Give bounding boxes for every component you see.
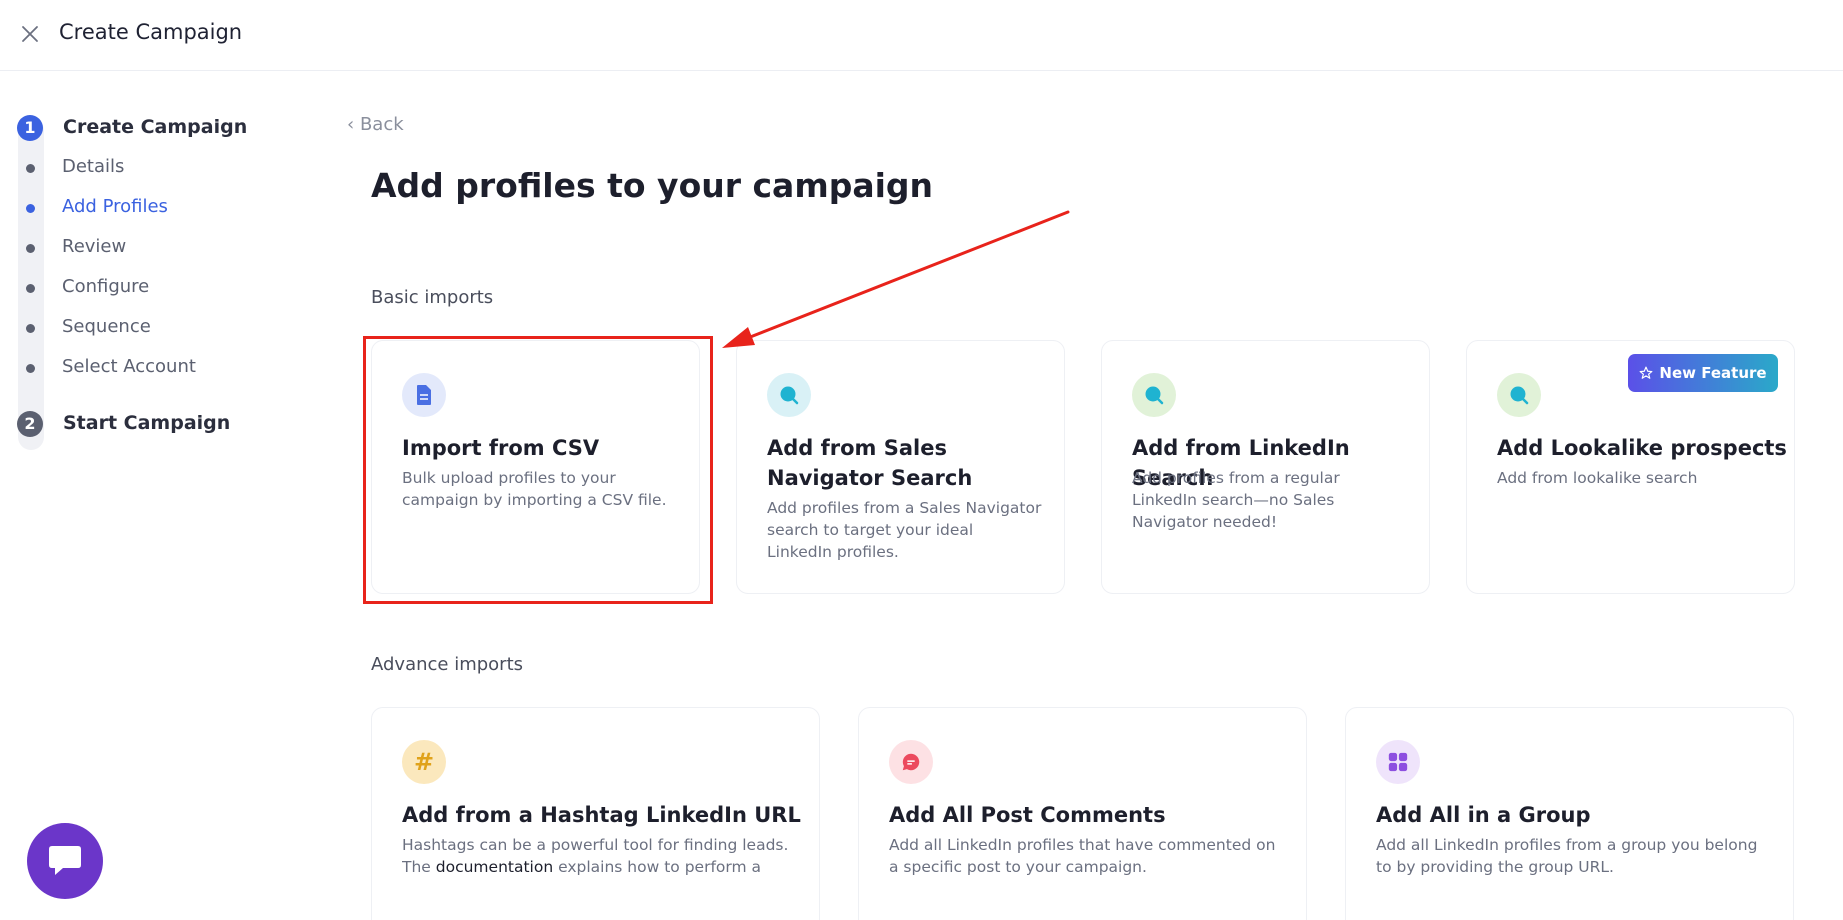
step-dot bbox=[26, 284, 35, 293]
card-title: Add from a Hashtag LinkedIn URL bbox=[402, 803, 801, 827]
step-dot-active bbox=[26, 204, 35, 213]
card-title: Add All Post Comments bbox=[889, 803, 1166, 827]
back-link[interactable]: ‹ Back bbox=[347, 114, 404, 135]
new-feature-badge[interactable]: New Feature bbox=[1628, 354, 1778, 392]
star-icon bbox=[1639, 366, 1653, 379]
search-icon bbox=[767, 373, 811, 417]
card-description: Bulk upload profiles to your campaign by… bbox=[402, 469, 667, 509]
basic-imports-label: Basic imports bbox=[371, 287, 494, 308]
step-dot bbox=[26, 164, 35, 173]
document-icon bbox=[402, 373, 446, 417]
step-1-title[interactable]: Create Campaign bbox=[63, 116, 247, 138]
step-item-configure[interactable]: Configure bbox=[62, 276, 149, 297]
card-title: Import from CSV bbox=[402, 436, 600, 460]
chevron-left-icon: ‹ bbox=[347, 114, 355, 135]
close-icon[interactable] bbox=[18, 22, 42, 46]
card-hashtag-url[interactable]: # Add from a Hashtag LinkedIn URL Hashta… bbox=[371, 707, 820, 920]
card-post-comments[interactable]: Add All Post Comments Add all LinkedIn p… bbox=[858, 707, 1307, 920]
step-item-select-account[interactable]: Select Account bbox=[62, 356, 196, 377]
step-item-details[interactable]: Details bbox=[62, 156, 124, 177]
card-description: Add profiles from a Sales Navigator sear… bbox=[767, 499, 1042, 561]
card-import-csv[interactable]: Import from CSV Bulk upload profiles to … bbox=[371, 340, 700, 594]
card-description: Hashtags can be a powerful tool for find… bbox=[402, 836, 789, 876]
card-description: Add all LinkedIn profiles that have comm… bbox=[889, 836, 1276, 876]
step-dot bbox=[26, 364, 35, 373]
page-header-title: Create Campaign bbox=[59, 20, 243, 44]
step-item-sequence[interactable]: Sequence bbox=[62, 316, 151, 337]
step-item-add-profiles[interactable]: Add Profiles bbox=[62, 196, 168, 217]
hashtag-icon: # bbox=[402, 740, 446, 784]
advance-imports-label: Advance imports bbox=[371, 654, 524, 675]
comment-icon bbox=[889, 740, 933, 784]
card-title: Add from Sales Navigator Search bbox=[767, 436, 973, 490]
grid-icon bbox=[1376, 740, 1420, 784]
card-title: Add All in a Group bbox=[1376, 803, 1591, 827]
chat-icon bbox=[49, 846, 81, 875]
page-title: Add profiles to your campaign bbox=[371, 166, 934, 205]
card-title: Add Lookalike prospects bbox=[1497, 436, 1787, 460]
step-2-title[interactable]: Start Campaign bbox=[63, 412, 230, 434]
documentation-link[interactable]: documentation bbox=[436, 858, 553, 876]
search-icon bbox=[1132, 373, 1176, 417]
step-1-badge: 1 bbox=[17, 115, 43, 141]
card-group[interactable]: Add All in a Group Add all LinkedIn prof… bbox=[1345, 707, 1794, 920]
card-sales-navigator[interactable]: Add from Sales Navigator Search Add prof… bbox=[736, 340, 1065, 594]
step-2-badge: 2 bbox=[17, 411, 43, 437]
search-icon bbox=[1497, 373, 1541, 417]
step-dot bbox=[26, 244, 35, 253]
card-description: Add all LinkedIn profiles from a group y… bbox=[1376, 836, 1758, 876]
annotation-arrow-icon bbox=[722, 210, 1070, 348]
step-dot bbox=[26, 324, 35, 333]
card-linkedin-search[interactable]: Add from LinkedIn Search Add profiles fr… bbox=[1101, 340, 1430, 594]
top-bar: Create Campaign bbox=[0, 0, 1843, 71]
card-description: Add profiles from a regular LinkedIn sea… bbox=[1132, 469, 1340, 531]
card-description: Add from lookalike search bbox=[1497, 469, 1698, 487]
step-item-review[interactable]: Review bbox=[62, 236, 126, 257]
chat-widget-button[interactable] bbox=[27, 823, 103, 899]
